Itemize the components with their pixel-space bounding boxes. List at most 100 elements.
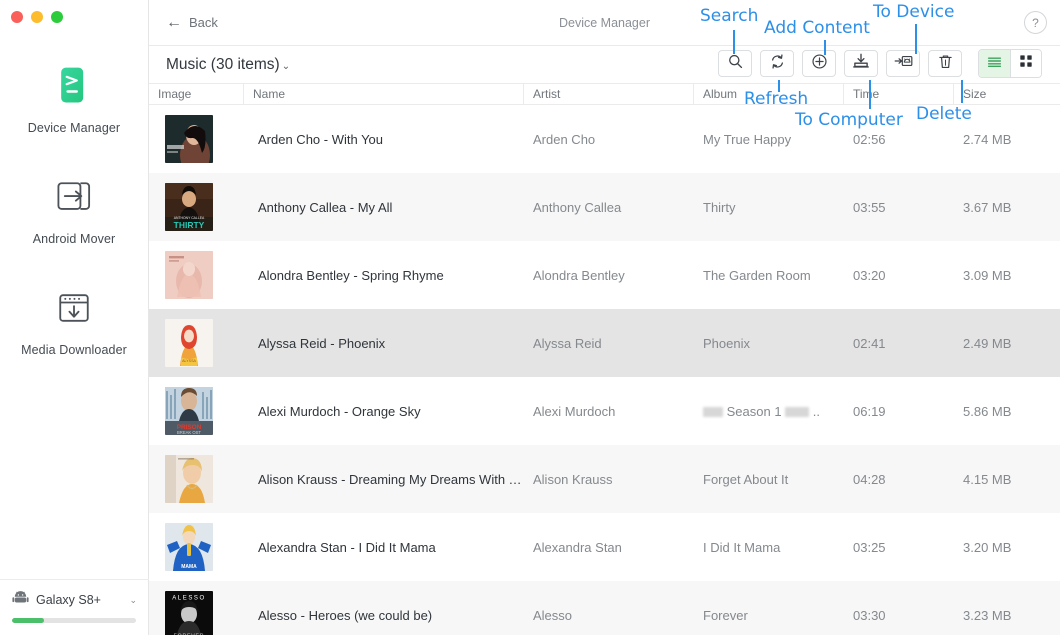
- cell-name: Alyssa Reid - Phoenix: [258, 335, 386, 351]
- cell-name: Anthony Callea - My All: [258, 199, 393, 215]
- device-name: Galaxy S8+: [36, 593, 101, 607]
- column-header-time[interactable]: Time: [844, 83, 954, 105]
- cell-time: 03:55: [853, 199, 886, 215]
- cell-time: 02:56: [853, 131, 886, 147]
- search-button[interactable]: [718, 50, 752, 77]
- cell-artist: Arden Cho: [533, 131, 596, 147]
- refresh-button[interactable]: [760, 50, 794, 77]
- svg-text:ALYSSA: ALYSSA: [182, 359, 196, 363]
- svg-text:ALESSO: ALESSO: [172, 596, 206, 602]
- album-art-thumbnail: ALESSO FOREVER: [165, 591, 213, 635]
- media-list: Arden Cho - With You Arden Cho My True Hap…: [149, 105, 1060, 635]
- app-window: Device Manager Android Mover Media Downl…: [0, 0, 1060, 635]
- table-row[interactable]: ALYSSA Alyssa Reid - Phoenix Alyssa Reid Ph…: [149, 309, 1060, 377]
- cell-artist: Alexi Murdoch: [533, 403, 616, 419]
- cell-artist: Alesso: [533, 607, 573, 623]
- cell-artist: Alison Krauss: [533, 471, 613, 487]
- column-header-image[interactable]: Image: [149, 83, 244, 105]
- add-content-button[interactable]: [802, 50, 836, 77]
- cell-artist: Alyssa Reid: [533, 335, 602, 351]
- sidebar-item-label: Android Mover: [32, 232, 116, 246]
- cell-image: ALYSSA: [149, 319, 244, 367]
- cell-time: 06:19: [853, 403, 886, 419]
- table-header: Image Name Artist Album Time Size: [149, 83, 1060, 105]
- cell-name: Alexandra Stan - I Did It Mama: [258, 539, 436, 555]
- table-row[interactable]: Alondra Bentley - Spring Rhyme Alondra Be…: [149, 241, 1060, 309]
- cell-size: 5.86 MB: [963, 403, 1012, 419]
- cell-album: The Garden Room: [703, 267, 811, 283]
- sidebar: Device Manager Android Mover Media Downl…: [0, 0, 149, 635]
- sidebar-item-label: Media Downloader: [21, 343, 127, 357]
- cell-time: 03:30: [853, 607, 886, 623]
- list-view-button[interactable]: [979, 50, 1010, 77]
- list-view-icon: [987, 55, 1002, 73]
- android-robot-icon: [12, 591, 29, 609]
- cell-album: Season 1 ..: [694, 404, 844, 419]
- cell-size: 3.09 MB: [963, 267, 1012, 283]
- table-row[interactable]: ALESSO FOREVER Alesso - Heroes (we could …: [149, 581, 1060, 635]
- table-row[interactable]: Alison Krauss - Dreaming My Dreams With …: [149, 445, 1060, 513]
- cell-album: Phoenix: [703, 335, 750, 351]
- to-computer-button[interactable]: [844, 50, 878, 77]
- column-header-size[interactable]: Size: [954, 83, 1060, 105]
- close-button[interactable]: [11, 11, 23, 23]
- category-dropdown[interactable]: Music (30 items) ⌄: [166, 56, 290, 74]
- cell-time: 03:20: [853, 267, 886, 283]
- sidebar-item-label: Device Manager: [27, 121, 121, 135]
- redacted-text: [785, 407, 810, 418]
- android-mover-icon: [50, 173, 98, 221]
- cell-album: Forever: [703, 607, 748, 623]
- maximize-button[interactable]: [51, 11, 63, 23]
- svg-text:MAMA: MAMA: [181, 564, 197, 570]
- chevron-down-icon[interactable]: ⌄: [129, 595, 137, 606]
- sidebar-item-device-manager[interactable]: Device Manager: [0, 62, 148, 135]
- redacted-text: [703, 407, 723, 418]
- svg-text:ANTHONY CALLEA: ANTHONY CALLEA: [174, 216, 205, 220]
- storage-meter: [12, 618, 136, 623]
- search-icon: [727, 53, 744, 75]
- table-row[interactable]: THIRTY ANTHONY CALLEA Anthony Callea - My…: [149, 173, 1060, 241]
- cell-album: Forget About It: [703, 471, 789, 487]
- cell-image: MAMA: [149, 523, 244, 571]
- cell-image: [149, 251, 244, 299]
- album-art-thumbnail: [165, 115, 213, 163]
- grid-view-button[interactable]: [1010, 50, 1041, 77]
- sidebar-item-media-downloader[interactable]: Media Downloader: [0, 284, 148, 357]
- table-row[interactable]: PRISON BREAK OST Alexi Murdoch - Orange S…: [149, 377, 1060, 445]
- window-controls: [11, 11, 63, 23]
- cell-time: 02:41: [853, 335, 886, 351]
- cell-image: ALESSO FOREVER: [149, 591, 244, 635]
- back-button[interactable]: ← Back: [166, 13, 218, 31]
- table-row[interactable]: Arden Cho - With You Arden Cho My True Hap…: [149, 105, 1060, 173]
- minimize-button[interactable]: [31, 11, 43, 23]
- sidebar-item-android-mover[interactable]: Android Mover: [0, 173, 148, 246]
- storage-meter-fill: [12, 618, 45, 623]
- cell-artist: Anthony Callea: [533, 199, 622, 215]
- table-row[interactable]: MAMA Alexandra Stan - I Did It Mama Alexan…: [149, 513, 1060, 581]
- album-art-thumbnail: PRISON BREAK OST: [165, 387, 213, 435]
- arrow-left-icon: ←: [166, 13, 182, 31]
- device-status-bar[interactable]: Galaxy S8+ ⌄: [0, 579, 149, 635]
- delete-button[interactable]: [928, 50, 962, 77]
- column-header-name[interactable]: Name: [244, 83, 524, 105]
- cell-album: Thirty: [703, 199, 736, 215]
- help-button[interactable]: ?: [1024, 11, 1047, 34]
- cell-time: 04:28: [853, 471, 886, 487]
- page-title: Device Manager: [558, 15, 650, 30]
- to-device-button[interactable]: [886, 50, 920, 77]
- cell-name: Alison Krauss - Dreaming My Dreams With …: [258, 471, 524, 487]
- cell-image: [149, 115, 244, 163]
- column-header-album[interactable]: Album: [694, 83, 844, 105]
- main-panel: ← Back Device Manager ? Music (30 items)…: [149, 0, 1060, 635]
- trash-icon: [937, 53, 954, 75]
- device-manager-icon: [50, 62, 98, 110]
- cell-size: 3.23 MB: [963, 607, 1012, 623]
- cell-size: 4.15 MB: [963, 471, 1012, 487]
- cell-size: 2.74 MB: [963, 131, 1012, 147]
- album-art-thumbnail: THIRTY ANTHONY CALLEA: [165, 183, 213, 231]
- cell-size: 3.20 MB: [963, 539, 1012, 555]
- chevron-down-icon: ⌄: [281, 60, 291, 72]
- cell-name: Alesso - Heroes (we could be): [258, 607, 433, 623]
- column-header-artist[interactable]: Artist: [524, 83, 694, 105]
- category-title-label: Music (30 items): [166, 55, 280, 73]
